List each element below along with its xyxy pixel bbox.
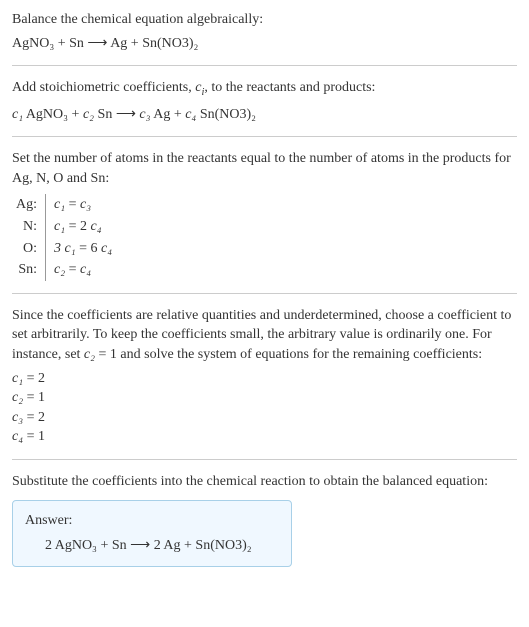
section-title: Substitute the coefficients into the che… [12,472,517,492]
atoms-table: Ag: c₁ = c₃ N: c₁ = 2 c₄ O: 3 c₁ = 6 c₄ … [12,194,116,280]
coeff-line: c₃ = 2 [12,408,517,428]
eq-part: AgNO₃ + [23,107,83,122]
section-stoich: Add stoichiometric coefficients, ci, to … [12,78,517,137]
atom-equation: c₂ = c₄ [46,259,117,281]
c1: c₁ [12,107,23,122]
balanced-equation: 2 AgNO₃ + Sn ⟶ 2 Ag + Sn(NO3)₂ [25,536,279,556]
atom-equation: 3 c₁ = 6 c₄ [46,238,117,260]
section-title: Set the number of atoms in the reactants… [12,149,517,188]
unbalanced-equation: AgNO₃ + Sn ⟶ Ag + Sn(NO3)₂ [12,34,517,54]
c3: c₃ [139,107,150,122]
coeff-line: c₄ = 1 [12,427,517,447]
text-b: , to the reactants and products: [204,80,375,95]
text-b: = 1 and solve the system of equations fo… [95,347,482,362]
coeff-line: c₂ = 1 [12,388,517,408]
table-row: Sn: c₂ = c₄ [12,259,116,281]
element-label: Sn: [12,259,46,281]
answer-box: Answer: 2 AgNO₃ + Sn ⟶ 2 Ag + Sn(NO3)₂ [12,500,292,567]
section-title: Balance the chemical equation algebraica… [12,10,517,30]
table-row: O: 3 c₁ = 6 c₄ [12,238,116,260]
coeff-line: c₁ = 2 [12,369,517,389]
element-label: O: [12,238,46,260]
element-label: N: [12,216,46,238]
section-atoms: Set the number of atoms in the reactants… [12,149,517,294]
element-label: Ag: [12,194,46,216]
c2: c₂ [83,107,94,122]
section-balance: Balance the chemical equation algebraica… [12,10,517,66]
answer-label: Answer: [25,511,279,531]
table-row: N: c₁ = 2 c₄ [12,216,116,238]
atom-equation: c₁ = c₃ [46,194,117,216]
text-a: Add stoichiometric coefficients, [12,80,195,95]
eq-part: Sn(NO3)₂ [196,107,256,122]
c4: c₄ [185,107,196,122]
section-title: Add stoichiometric coefficients, ci, to … [12,78,517,100]
c2-var: c₂ [84,347,95,362]
coefficient-list: c₁ = 2 c₂ = 1 c₃ = 2 c₄ = 1 [12,369,517,447]
eq-part: Sn ⟶ [94,107,139,122]
section-answer: Substitute the coefficients into the che… [12,472,517,579]
atom-equation: c₁ = 2 c₄ [46,216,117,238]
table-row: Ag: c₁ = c₃ [12,194,116,216]
section-solve: Since the coefficients are relative quan… [12,306,517,460]
section-text: Since the coefficients are relative quan… [12,306,517,365]
stoich-equation: c₁ AgNO₃ + c₂ Sn ⟶ c₃ Ag + c₄ Sn(NO3)₂ [12,105,517,125]
eq-part: Ag + [150,107,185,122]
